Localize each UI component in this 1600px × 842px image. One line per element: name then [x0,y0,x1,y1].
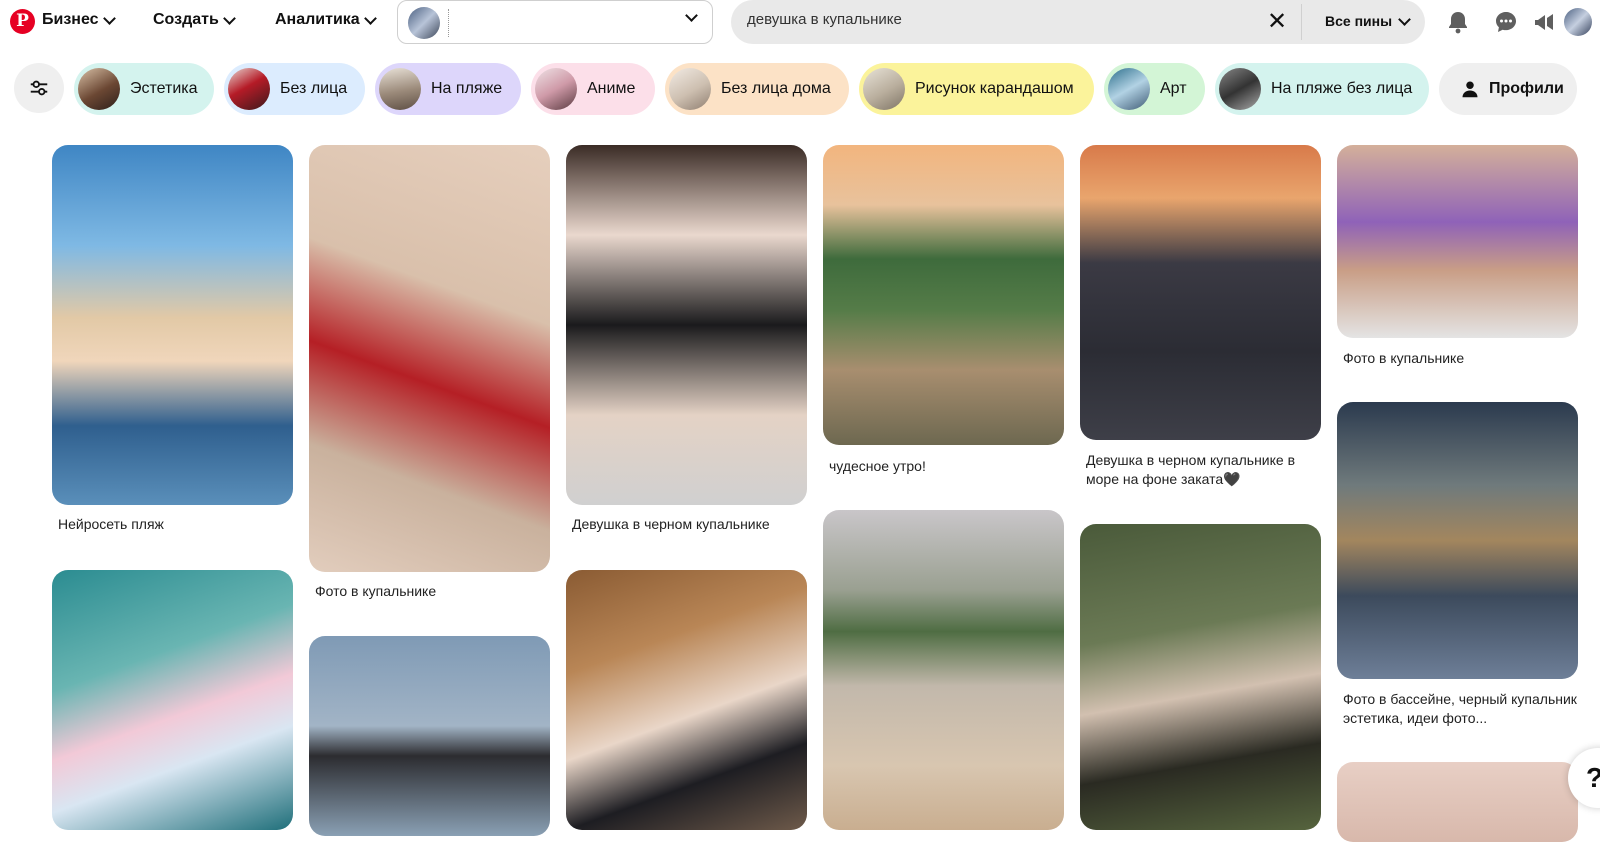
chip-beach-no-face[interactable]: На пляже без лица [1215,63,1429,115]
pin-image[interactable] [823,145,1064,445]
search-divider [1301,4,1302,40]
chip-thumbnail [78,68,120,110]
bell-icon[interactable] [1446,10,1470,34]
chip-no-face-home[interactable]: Без лица дома [665,63,849,115]
pin-image[interactable] [1080,524,1321,830]
account-avatar [408,7,440,39]
account-selector[interactable] [397,0,713,44]
chip-label: Эстетика [130,80,198,97]
pin-caption[interactable]: Девушка в черном купальнике в море на фо… [1086,451,1321,489]
pin-image[interactable] [1337,762,1578,842]
business-menu[interactable]: Бизнес [42,11,116,29]
analytics-menu-label: Аналитика [275,11,360,28]
pin-type-filter[interactable]: Все пины [1325,12,1411,29]
megaphone-icon[interactable] [1532,10,1556,34]
pin-caption[interactable]: Фото в купальнике [315,582,550,601]
profiles-button[interactable]: Профили [1439,63,1577,115]
account-name-placeholder [448,9,450,37]
chip-thumbnail [1108,68,1150,110]
chip-label: Без лица дома [721,80,831,97]
pin-image[interactable] [52,570,293,830]
search-input[interactable] [747,11,1227,28]
chip-label: Аниме [587,80,636,97]
chevron-down-icon [102,11,116,25]
chevron-down-icon [363,11,377,25]
chip-anime[interactable]: Аниме [531,63,655,115]
analytics-menu[interactable]: Аналитика [275,11,377,29]
profiles-label: Профили [1489,80,1564,97]
chevron-down-icon [222,11,236,25]
pin-image[interactable] [1080,145,1321,440]
chip-label: На пляже без лица [1271,80,1413,97]
pin-caption[interactable]: Фото в бассейне, черный купальник эстети… [1343,690,1578,728]
pin-caption[interactable]: Девушка в черном купальнике [572,515,807,534]
chip-thumbnail [863,68,905,110]
guided-search-chips: Эстетика Без лица На пляже Аниме Без лиц… [0,63,1600,115]
chip-aesthetics[interactable]: Эстетика [74,63,214,115]
pin-image[interactable] [52,145,293,505]
pin-image[interactable] [309,636,550,836]
chip-thumbnail [228,68,270,110]
chevron-down-icon [1398,12,1411,26]
pin-image[interactable] [1337,145,1578,338]
search-bar: ✕ Все пины [731,0,1425,44]
pin-image[interactable] [1337,402,1578,679]
chip-label: Арт [1160,80,1187,97]
pin-type-filter-label: Все пины [1325,13,1393,29]
chip-label: На пляже [431,80,503,97]
chip-on-beach[interactable]: На пляже [375,63,521,115]
profile-avatar[interactable] [1564,8,1592,36]
chip-no-face[interactable]: Без лица [224,63,365,115]
create-menu-label: Создать [153,11,219,28]
pin-caption[interactable]: Фото в купальнике [1343,349,1578,368]
chip-thumbnail [1219,68,1261,110]
chat-icon[interactable] [1494,10,1518,34]
pin-image[interactable] [566,570,807,830]
pinterest-logo-icon[interactable]: P [10,9,35,34]
settings-sliders-icon [30,80,48,96]
search-settings-button[interactable] [14,63,64,113]
pin-image[interactable] [823,510,1064,830]
close-icon[interactable]: ✕ [1267,7,1287,36]
chip-thumbnail [535,68,577,110]
business-menu-label: Бизнес [42,11,99,28]
pin-caption[interactable]: Нейросеть пляж [58,515,293,534]
chip-thumbnail [379,68,421,110]
pin-image[interactable] [566,145,807,505]
chip-thumbnail [669,68,711,110]
top-navigation-bar: P Бизнес Создать Аналитика ✕ Все пины [0,0,1600,44]
person-icon [1462,81,1478,98]
chip-label: Рисунок карандашом [915,80,1074,97]
chip-label: Без лица [280,80,348,97]
create-menu[interactable]: Создать [153,11,236,29]
chip-art[interactable]: Арт [1104,63,1205,115]
chevron-down-icon [685,9,698,22]
pin-image[interactable] [309,145,550,572]
chip-pencil-drawing[interactable]: Рисунок карандашом [859,63,1094,115]
pin-caption[interactable]: чудесное утро! [829,457,1064,476]
